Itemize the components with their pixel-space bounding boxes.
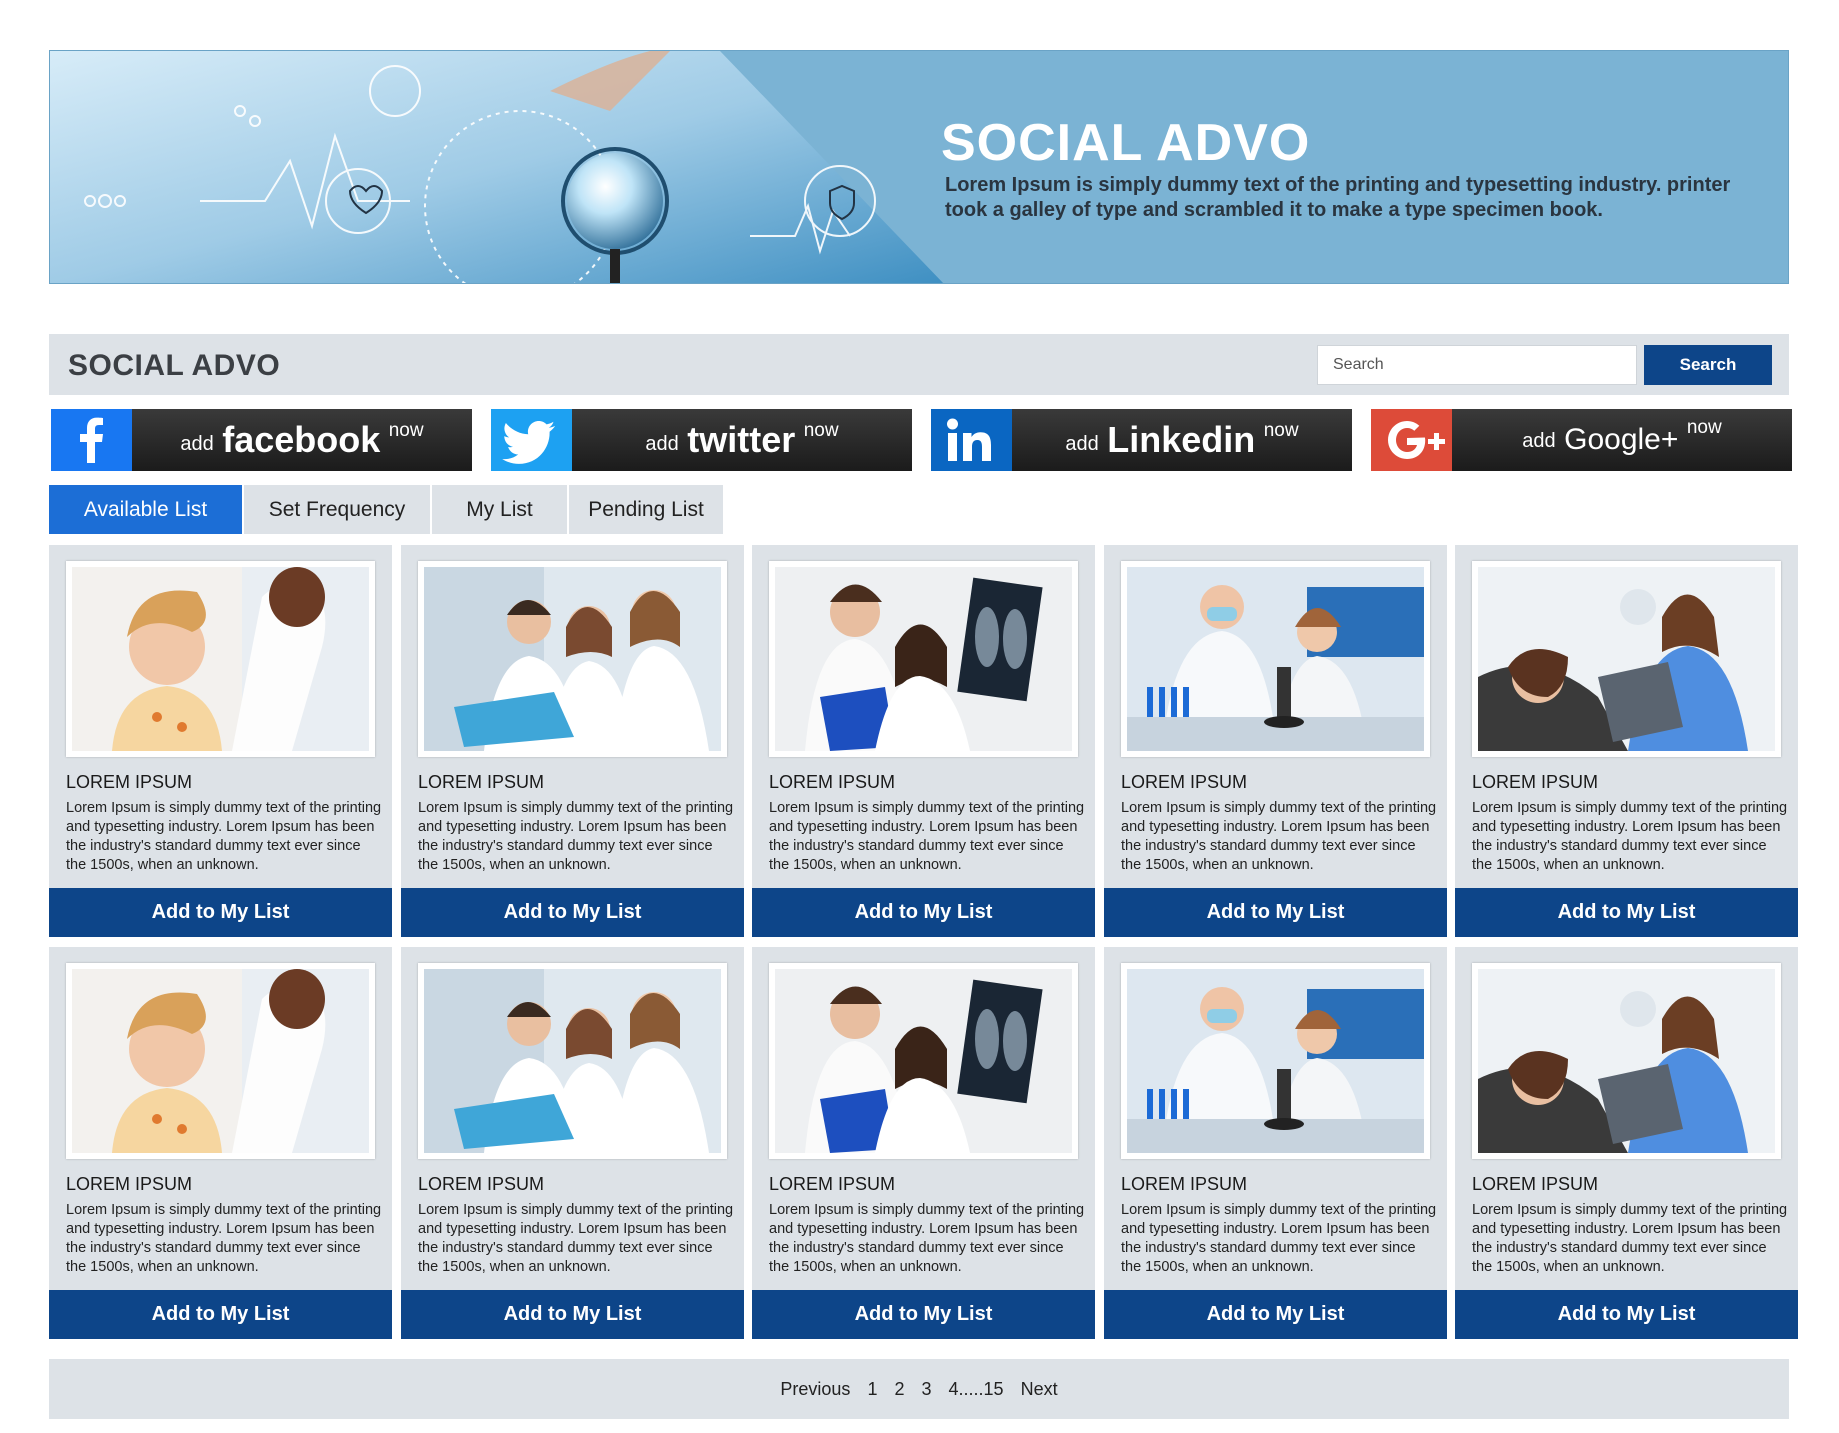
- card-title: LOREM IPSUM: [769, 772, 896, 792]
- card-description: Lorem Ipsum is simply dummy text of the …: [1121, 800, 1437, 873]
- lab-scientists-photo: [1121, 963, 1430, 1159]
- pagination-page-3[interactable]: 3: [922, 1379, 932, 1399]
- pagination: Previous 1 2 3 4.....15 Next: [49, 1359, 1789, 1419]
- google-plus-icon: [1371, 409, 1452, 471]
- banner-medical-illustration: [50, 51, 944, 283]
- list-card: LOREM IPSUM Lorem Ipsum is simply dummy t…: [401, 545, 744, 937]
- add-linkedin-button[interactable]: add Linkedin now: [931, 409, 1352, 471]
- medical-team-photo: [418, 561, 727, 757]
- top-toolbar: SOCIAL ADVO Search: [49, 334, 1789, 395]
- xray-doctors-photo-graphic: [775, 969, 1072, 1153]
- add-to-my-list-button[interactable]: Add to My List: [1455, 1290, 1798, 1339]
- list-card: LOREM IPSUM Lorem Ipsum is simply dummy t…: [752, 545, 1095, 937]
- search-button[interactable]: Search: [1644, 345, 1772, 385]
- add-to-my-list-button[interactable]: Add to My List: [49, 1290, 392, 1339]
- tab-available-list[interactable]: Available List: [49, 485, 242, 534]
- pagination-page-range[interactable]: 4.....15: [949, 1379, 1004, 1399]
- card-title: LOREM IPSUM: [769, 1174, 896, 1194]
- lab-scientists-photo-graphic: [1127, 969, 1424, 1153]
- add-to-my-list-button[interactable]: Add to My List: [1455, 888, 1798, 937]
- tab-set-frequency[interactable]: Set Frequency: [244, 485, 430, 534]
- add-google-plus-button[interactable]: add Google+ now: [1371, 409, 1792, 471]
- add-to-my-list-button[interactable]: Add to My List: [1104, 888, 1447, 937]
- dentist-patient-photo: [1472, 963, 1781, 1159]
- dentist-patient-photo-graphic: [1478, 969, 1775, 1153]
- banner-description: Lorem Ipsum is simply dummy text of the …: [945, 174, 1731, 221]
- card-title: LOREM IPSUM: [1121, 772, 1248, 792]
- twitter-label: twitter: [687, 419, 796, 460]
- google-plus-label: Google+: [1564, 423, 1679, 456]
- linkedin-icon: [931, 409, 1012, 471]
- doctor-child-photo-graphic: [72, 567, 369, 751]
- list-card: LOREM IPSUM Lorem Ipsum is simply dummy t…: [49, 947, 392, 1339]
- list-card: LOREM IPSUM Lorem Ipsum is simply dummy t…: [49, 545, 392, 937]
- xray-doctors-photo: [769, 561, 1078, 757]
- xray-doctors-photo: [769, 963, 1078, 1159]
- card-description: Lorem Ipsum is simply dummy text of the …: [769, 800, 1085, 873]
- social-now-label: now: [1686, 417, 1722, 438]
- search-input[interactable]: [1317, 345, 1637, 385]
- list-card: LOREM IPSUM Lorem Ipsum is simply dummy t…: [752, 947, 1095, 1339]
- social-add-label: add: [1522, 430, 1556, 452]
- card-description: Lorem Ipsum is simply dummy text of the …: [418, 1202, 734, 1275]
- medical-team-photo-graphic: [424, 567, 721, 751]
- card-description: Lorem Ipsum is simply dummy text of the …: [418, 800, 734, 873]
- add-twitter-button[interactable]: add twitter now: [491, 409, 912, 471]
- xray-doctors-photo-graphic: [775, 567, 1072, 751]
- social-add-label: add: [645, 433, 679, 455]
- card-description: Lorem Ipsum is simply dummy text of the …: [1472, 800, 1788, 873]
- card-description: Lorem Ipsum is simply dummy text of the …: [1472, 1202, 1788, 1275]
- banner-title: SOCIAL ADVO: [941, 114, 1311, 172]
- pagination-page-1[interactable]: 1: [867, 1379, 877, 1399]
- add-to-my-list-button[interactable]: Add to My List: [752, 888, 1095, 937]
- card-description: Lorem Ipsum is simply dummy text of the …: [1121, 1202, 1437, 1275]
- lab-scientists-photo: [1121, 561, 1430, 757]
- social-now-label: now: [803, 420, 839, 441]
- dentist-patient-photo-graphic: [1478, 567, 1775, 751]
- card-title: LOREM IPSUM: [418, 772, 545, 792]
- lab-scientists-photo-graphic: [1127, 567, 1424, 751]
- social-now-label: now: [1263, 420, 1299, 441]
- facebook-icon: [51, 409, 132, 471]
- card-title: LOREM IPSUM: [1472, 1174, 1599, 1194]
- facebook-label: facebook: [222, 419, 381, 460]
- tab-pending-list[interactable]: Pending List: [569, 485, 723, 534]
- card-title: LOREM IPSUM: [66, 1174, 193, 1194]
- doctor-child-photo-graphic: [72, 969, 369, 1153]
- card-description: Lorem Ipsum is simply dummy text of the …: [66, 1202, 382, 1275]
- dentist-patient-photo: [1472, 561, 1781, 757]
- card-description: Lorem Ipsum is simply dummy text of the …: [769, 1202, 1085, 1275]
- doctor-child-photo: [66, 963, 375, 1159]
- medical-team-photo: [418, 963, 727, 1159]
- add-to-my-list-button[interactable]: Add to My List: [1104, 1290, 1447, 1339]
- social-now-label: now: [388, 420, 424, 441]
- list-card: LOREM IPSUM Lorem Ipsum is simply dummy t…: [1104, 545, 1447, 937]
- social-add-label: add: [1065, 433, 1099, 455]
- hero-banner: SOCIAL ADVO Lorem Ipsum is simply dummy …: [49, 50, 1789, 284]
- add-to-my-list-button[interactable]: Add to My List: [49, 888, 392, 937]
- tab-my-list[interactable]: My List: [432, 485, 567, 534]
- add-to-my-list-button[interactable]: Add to My List: [401, 1290, 744, 1339]
- card-description: Lorem Ipsum is simply dummy text of the …: [66, 800, 382, 873]
- list-card: LOREM IPSUM Lorem Ipsum is simply dummy t…: [1104, 947, 1447, 1339]
- card-title: LOREM IPSUM: [418, 1174, 545, 1194]
- add-facebook-button[interactable]: add facebook now: [51, 409, 472, 471]
- doctor-child-photo: [66, 561, 375, 757]
- medical-team-photo-graphic: [424, 969, 721, 1153]
- card-title: LOREM IPSUM: [1472, 772, 1599, 792]
- pagination-page-2[interactable]: 2: [894, 1379, 904, 1399]
- twitter-icon: [491, 409, 572, 471]
- site-brand: SOCIAL ADVO: [68, 349, 281, 382]
- add-to-my-list-button[interactable]: Add to My List: [752, 1290, 1095, 1339]
- list-card: LOREM IPSUM Lorem Ipsum is simply dummy t…: [1455, 545, 1798, 937]
- card-title: LOREM IPSUM: [1121, 1174, 1248, 1194]
- list-card: LOREM IPSUM Lorem Ipsum is simply dummy t…: [401, 947, 744, 1339]
- list-card: LOREM IPSUM Lorem Ipsum is simply dummy t…: [1455, 947, 1798, 1339]
- linkedin-label: Linkedin: [1107, 419, 1256, 460]
- pagination-next[interactable]: Next: [1021, 1379, 1058, 1399]
- add-to-my-list-button[interactable]: Add to My List: [401, 888, 744, 937]
- social-add-label: add: [180, 433, 214, 455]
- card-title: LOREM IPSUM: [66, 772, 193, 792]
- pagination-previous[interactable]: Previous: [780, 1379, 850, 1399]
